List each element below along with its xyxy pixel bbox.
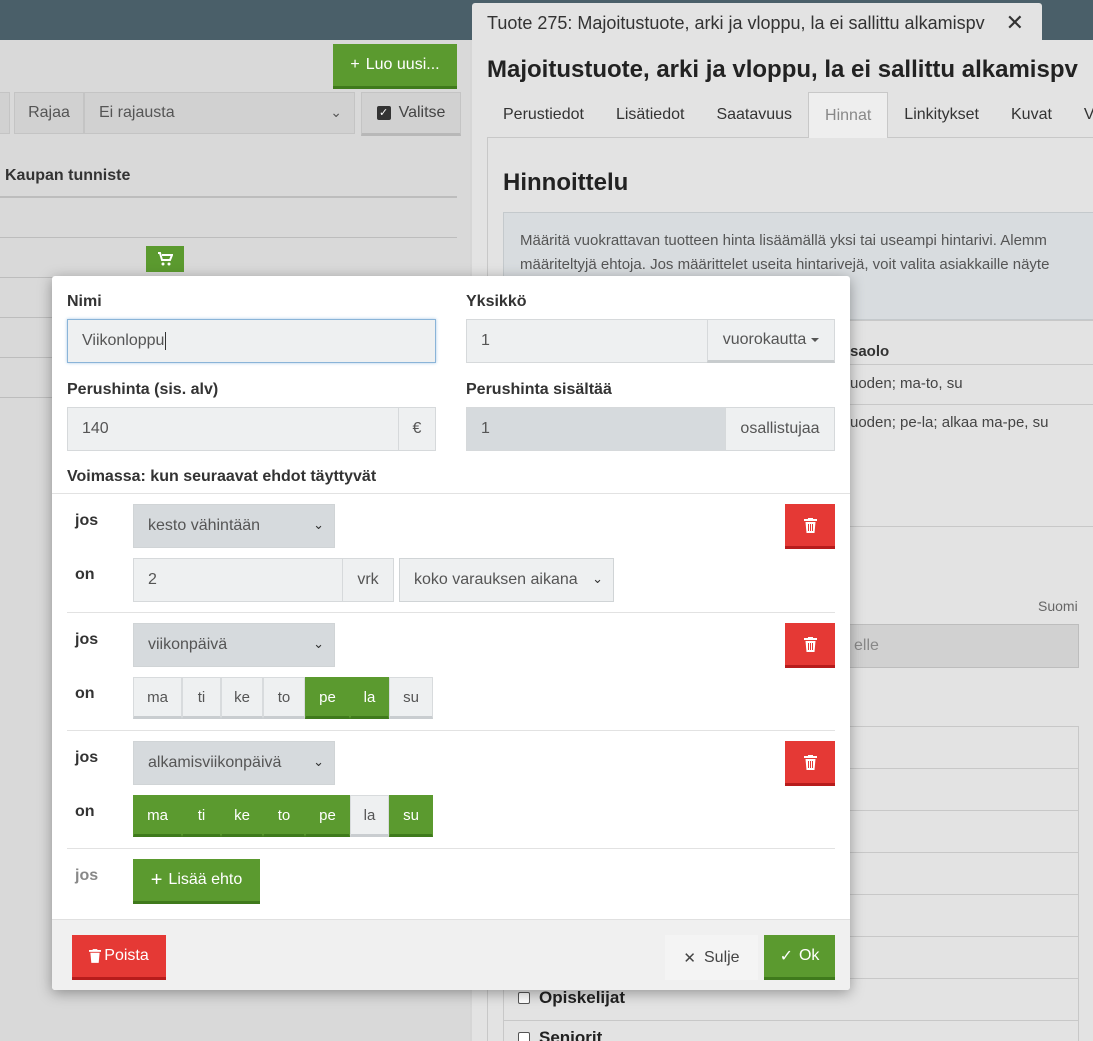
condition-type-select[interactable]: viikonpäivä ⌄ [133, 623, 335, 667]
tab-hinnat[interactable]: Hinnat [808, 92, 889, 138]
plus-icon: + [150, 868, 163, 891]
divider [67, 612, 835, 613]
chevron-down-icon: ⌄ [330, 104, 342, 120]
create-new-button[interactable]: + Luo uusi... [333, 44, 457, 89]
participants-input[interactable]: 1 [466, 407, 726, 451]
product-window-tab[interactable]: Tuote 275: Majoitustuote, arki ja vloppu… [472, 3, 1042, 43]
product-title: Majoitustuote, arki ja vloppu, la ei sal… [487, 56, 1078, 83]
select-button[interactable]: ✓ Valitse [361, 92, 461, 136]
delete-condition-button[interactable] [785, 623, 835, 668]
chevron-down-icon: ⌄ [592, 571, 603, 586]
close-icon[interactable]: ✕ [1006, 10, 1024, 36]
row-divider [0, 237, 457, 238]
unit-label: Yksikkö [466, 293, 527, 310]
day-toggle-pe[interactable]: pe [305, 677, 350, 719]
trash-icon [803, 754, 817, 770]
day-toggle-ti[interactable]: ti [182, 677, 221, 719]
ok-button[interactable]: ✓ Ok [764, 935, 835, 980]
name-input[interactable]: Viikonloppu [67, 319, 436, 363]
header-divider [0, 196, 457, 198]
shopping-cart-icon[interactable] [146, 246, 184, 272]
condition-type-select[interactable]: kesto vähintään ⌄ [133, 504, 335, 548]
day-toggle-to[interactable]: to [263, 795, 305, 837]
day-toggle-ti[interactable]: ti [182, 795, 221, 837]
check-icon: ✓ [779, 948, 793, 965]
trash-icon [89, 949, 102, 963]
day-toggle-ke[interactable]: ke [221, 677, 263, 719]
day-toggle-ke[interactable]: ke [221, 795, 263, 837]
tab-more[interactable]: V [1068, 92, 1093, 138]
duration-input[interactable]: 2 [133, 558, 343, 602]
is-label: on [75, 685, 95, 702]
delete-condition-button[interactable] [785, 741, 835, 786]
column-header-fragment: saolo [850, 343, 890, 360]
tab-perustiedot[interactable]: Perustiedot [487, 92, 600, 138]
filter-label: Rajaa [14, 92, 84, 134]
close-icon: ✕ [683, 949, 696, 967]
checkbox-checked-icon: ✓ [376, 106, 391, 120]
is-label: on [75, 803, 95, 820]
table-row: uoden; ma-to, su [850, 375, 963, 392]
base-price-label: Perushinta (sis. alv) [67, 381, 219, 398]
checkbox-icon[interactable] [518, 1032, 530, 1041]
divider [67, 730, 835, 731]
base-price-input[interactable]: 140 [67, 407, 399, 451]
tab-lisatiedot[interactable]: Lisätiedot [600, 92, 701, 138]
currency-addon: € [398, 407, 436, 451]
divider [67, 848, 835, 849]
table-row: uoden; pe-la; alkaa ma-pe, su [850, 414, 1049, 431]
day-toggle-pe[interactable]: pe [305, 795, 350, 837]
price-row-dialog: Nimi Viikonloppu Yksikkö 1 vuorokautta P… [52, 276, 850, 990]
unit-dropdown[interactable]: vuorokautta [707, 319, 835, 363]
delete-button[interactable]: Poista [72, 935, 166, 980]
tab-kuvat[interactable]: Kuvat [995, 92, 1068, 138]
day-toggle-ma[interactable]: ma [133, 677, 182, 719]
day-toggle-su[interactable]: su [389, 795, 433, 837]
start-weekday-toggle-group: ma ti ke to pe la su [133, 795, 433, 837]
text-cursor [165, 332, 167, 350]
day-toggle-to[interactable]: to [263, 677, 305, 719]
unit-quantity-input[interactable]: 1 [466, 319, 708, 363]
if-label: jos [75, 867, 99, 884]
name-label: Nimi [67, 293, 102, 310]
if-label: jos [75, 631, 99, 648]
product-tabs: Perustiedot Lisätiedot Saatavuus Hinnat … [487, 92, 1093, 138]
day-toggle-la[interactable]: la [350, 795, 389, 837]
day-toggle-la[interactable]: la [350, 677, 389, 719]
add-condition-button[interactable]: + Lisää ehto [133, 859, 260, 904]
participants-addon: osallistujaa [725, 407, 835, 451]
section-title: Hinnoittelu [503, 169, 629, 196]
weekday-toggle-group: ma ti ke to pe la su [133, 677, 433, 719]
dialog-footer: Poista ✕ Sulje ✓ Ok [52, 919, 850, 990]
if-label: jos [75, 512, 99, 529]
filter-stub [0, 92, 10, 134]
trash-icon [803, 517, 817, 533]
close-button[interactable]: ✕ Sulje [665, 935, 758, 980]
plus-icon: + [350, 56, 360, 73]
chevron-down-icon: ⌄ [313, 517, 324, 532]
if-label: jos [75, 749, 99, 766]
language-label: Suomi [1038, 598, 1078, 614]
duration-scope-select[interactable]: koko varauksen aikana ⌄ [399, 558, 614, 602]
conditions-heading: Voimassa: kun seuraavat ehdot täyttyvät [67, 468, 377, 485]
tab-saatavuus[interactable]: Saatavuus [700, 92, 808, 138]
tab-linkitykset[interactable]: Linkitykset [888, 92, 995, 138]
chevron-down-icon: ⌄ [313, 754, 324, 769]
condition-type-select[interactable]: alkamisviikonpäivä ⌄ [133, 741, 335, 785]
divider [52, 493, 850, 494]
checkbox-icon[interactable] [518, 992, 530, 1004]
filter-select[interactable]: Ei rajausta ⌄ [84, 92, 355, 134]
day-toggle-ma[interactable]: ma [133, 795, 182, 837]
is-label: on [75, 566, 95, 583]
caret-down-icon [811, 338, 820, 342]
checkbox-students[interactable]: Opiskelijat [518, 988, 625, 1008]
duration-unit-addon: vrk [342, 558, 394, 602]
day-toggle-su[interactable]: su [389, 677, 433, 719]
chevron-down-icon: ⌄ [313, 636, 324, 651]
trash-icon [803, 636, 817, 652]
includes-label: Perushinta sisältää [466, 381, 612, 398]
column-header-store-id: Kaupan tunniste [5, 167, 131, 184]
checkbox-seniors[interactable]: Seniorit [518, 1028, 602, 1041]
delete-condition-button[interactable] [785, 504, 835, 549]
